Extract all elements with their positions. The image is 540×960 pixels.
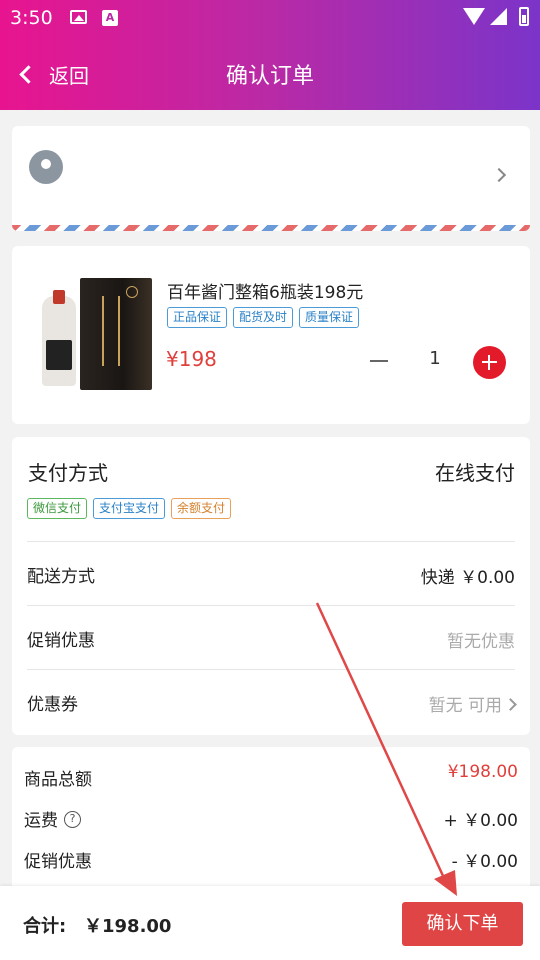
product-price: ¥198 — [166, 347, 217, 371]
wifi-icon — [463, 8, 485, 25]
gift-box-graphic — [80, 278, 152, 390]
airmail-divider — [12, 225, 530, 231]
coupon-value: 暂无 可用 — [428, 696, 502, 716]
shipping-fee-value: + ￥0.00 — [443, 811, 519, 831]
payment-method-label: 支付方式 — [28, 461, 108, 485]
product-tag: 配货及时 — [233, 307, 294, 328]
status-bar: 3:50 A — [0, 0, 540, 36]
product-card: 百年酱门整箱6瓶装198元 正品保证 配货及时 质量保证 ¥198 1 — [12, 246, 530, 424]
divider — [27, 669, 515, 670]
address-selector[interactable] — [12, 126, 530, 231]
product-tag: 正品保证 — [167, 307, 228, 328]
total-amount: ￥198.00 — [84, 916, 172, 937]
coupon-label: 优惠券 — [27, 695, 78, 715]
total-label: 合计: — [23, 916, 67, 937]
status-time: 3:50 — [10, 7, 53, 29]
bottle-graphic — [42, 290, 76, 386]
goods-total-label: 商品总额 — [24, 770, 92, 790]
payment-options: 微信支付 支付宝支付 余额支付 — [27, 498, 232, 519]
promo-discount-label: 促销优惠 — [24, 852, 92, 872]
quantity-increase-button[interactable] — [473, 346, 506, 379]
help-question-icon[interactable]: ? — [64, 810, 81, 828]
promo-discount-value: - ￥0.00 — [451, 852, 518, 872]
shipping-fee-text: 运费 — [24, 811, 58, 831]
product-name: 百年酱门整箱6瓶装198元 — [167, 283, 364, 303]
page-title: 确认订单 — [225, 64, 314, 89]
app-header: 3:50 A 返回 确认订单 — [0, 0, 540, 110]
signal-icon — [490, 8, 507, 25]
divider — [27, 605, 515, 606]
balance-pay-option[interactable]: 余额支付 — [171, 498, 232, 519]
product-tag: 质量保证 — [299, 307, 360, 328]
chevron-right-icon[interactable] — [491, 167, 507, 183]
promotion-label: 促销优惠 — [27, 631, 95, 651]
location-pin-icon — [29, 150, 63, 184]
submit-order-button[interactable]: 确认下单 — [402, 902, 523, 946]
quantity-decrease-button[interactable] — [370, 360, 388, 362]
text-a-icon: A — [102, 10, 118, 26]
product-image — [36, 276, 153, 392]
delivery-method-value[interactable]: 快递 ￥0.00 — [421, 563, 515, 588]
chevron-right-icon — [504, 697, 517, 711]
divider — [27, 541, 515, 542]
goods-total-value: ¥198.00 — [447, 762, 518, 782]
battery-icon — [519, 7, 529, 26]
quantity-value: 1 — [429, 348, 441, 369]
shipping-fee-label: 运费? — [24, 806, 81, 831]
payment-method-value[interactable]: 在线支付 — [435, 457, 515, 486]
image-icon — [70, 10, 87, 24]
coupon-selector[interactable]: 暂无 可用 — [428, 691, 517, 716]
alipay-option[interactable]: 支付宝支付 — [93, 498, 166, 519]
product-tags: 正品保证 配货及时 质量保证 — [167, 307, 360, 328]
delivery-method-label: 配送方式 — [27, 567, 95, 587]
wechat-pay-option[interactable]: 微信支付 — [27, 498, 88, 519]
promotion-value: 暂无优惠 — [447, 632, 515, 652]
